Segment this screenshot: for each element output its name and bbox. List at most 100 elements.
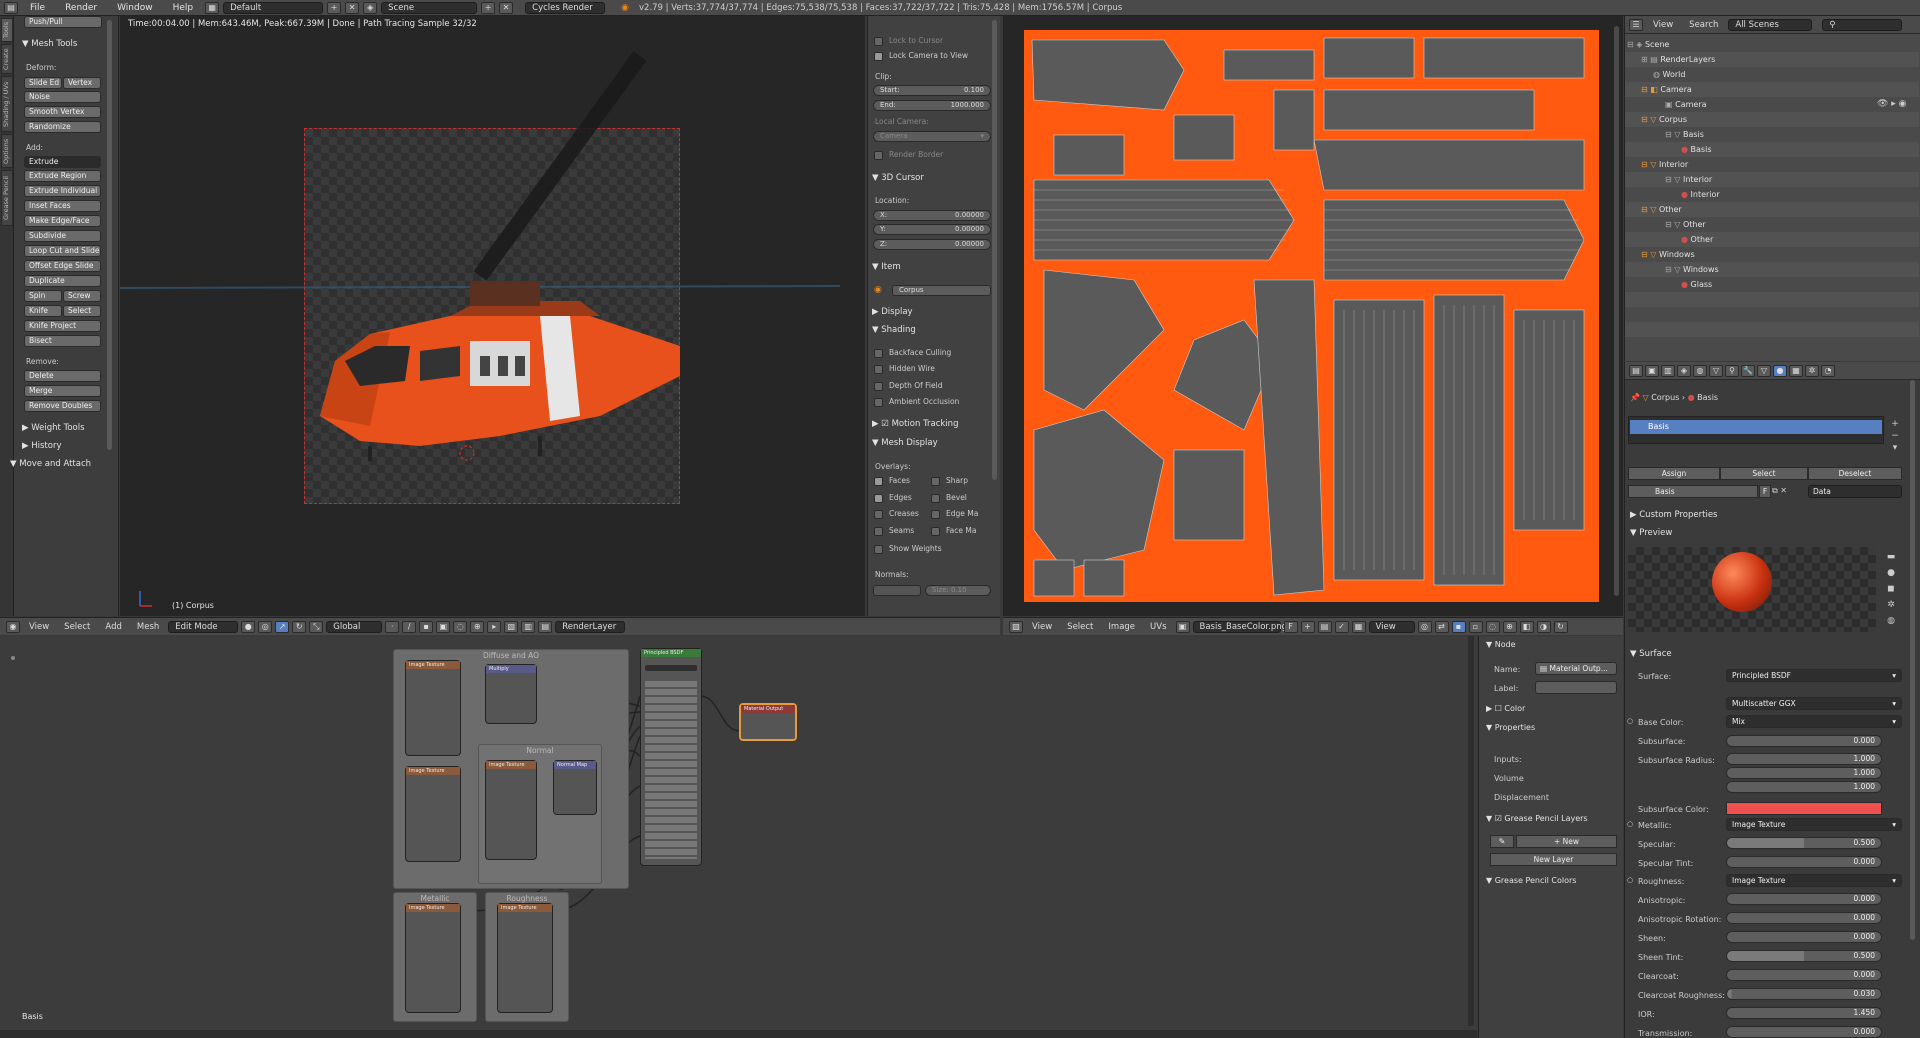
outliner-row-interior-mesh[interactable]: ⊟ ▽ Interior <box>1625 172 1919 187</box>
bisect-button[interactable]: Bisect <box>24 335 101 347</box>
duplicate-button[interactable]: Duplicate <box>24 275 101 287</box>
mesh-display-header[interactable]: ▼ Mesh Display <box>872 438 938 448</box>
subsurface-radius-y[interactable]: 1.000 <box>1726 767 1882 779</box>
outliner-row-interior-material[interactable]: ● Interior <box>1625 187 1919 202</box>
creases-checkbox[interactable] <box>874 510 883 519</box>
fake-user-button[interactable]: F <box>1759 485 1771 498</box>
select-button[interactable]: Select <box>1720 467 1808 480</box>
image-texture-node[interactable]: Image Texture <box>405 903 461 1013</box>
node-editor-hscrollbar[interactable] <box>0 1030 1477 1038</box>
render-border-checkbox[interactable] <box>874 151 883 160</box>
cursor-y-field[interactable]: Y: 0.00000 <box>873 224 991 235</box>
editor-type-icon[interactable]: ▤ <box>1629 364 1643 377</box>
pin-icon[interactable]: 📌 <box>1630 393 1643 402</box>
view-mode-icon[interactable]: ▦ <box>1351 620 1366 633</box>
socket-icon[interactable]: ○ <box>1627 876 1633 884</box>
delete-button[interactable]: Delete <box>24 370 101 382</box>
surface-header[interactable]: ▼ Surface <box>1630 649 1672 659</box>
loop-cut-button[interactable]: Loop Cut and Slide <box>24 245 101 257</box>
node-editor-vscrollbar[interactable] <box>1468 636 1474 1026</box>
screen-layout-icon[interactable]: ▦ <box>205 1 220 14</box>
history-header[interactable]: ▶ History <box>22 441 62 451</box>
rotate-manip-icon[interactable]: ↻ <box>292 620 307 633</box>
preview-type-buttons[interactable]: ▬ ● ◼ ✲ ◍ <box>1883 549 1899 629</box>
menu-search[interactable]: Search <box>1683 20 1724 30</box>
image-texture-node[interactable]: Image Texture <box>405 766 461 862</box>
clearcoat-roughness-slider[interactable]: 0.030 <box>1726 988 1882 1000</box>
outliner-row-basis-material[interactable]: ● Basis <box>1625 142 1919 157</box>
scene-icon[interactable]: ◈ <box>363 1 378 14</box>
outliner-row-interior[interactable]: ⊟ ▽ Interior <box>1625 157 1919 172</box>
menu-file[interactable]: File <box>22 3 53 13</box>
menu-help[interactable]: Help <box>165 3 202 13</box>
open-image-icon[interactable]: ▤ <box>1317 620 1332 633</box>
randomize-button[interactable]: Randomize <box>24 121 101 133</box>
outliner-row-windows[interactable]: ⊟ ▽ Windows <box>1625 247 1919 262</box>
specular-tint-slider[interactable]: 0.000 <box>1726 856 1882 868</box>
ambient-occlusion-checkbox[interactable] <box>874 398 883 407</box>
visibility-icons[interactable]: 👁 ▸ ◉ <box>1877 82 1907 127</box>
material-tab-icon[interactable]: ● <box>1773 364 1787 377</box>
spin-button[interactable]: Spin <box>24 290 62 302</box>
node-fields[interactable] <box>645 679 697 859</box>
particles-tab-icon[interactable]: ✲ <box>1805 364 1819 377</box>
editor-type-icon[interactable]: ◉ <box>6 620 20 633</box>
deselect-button[interactable]: Deselect <box>1808 467 1902 480</box>
clip-start-field[interactable]: Start: 0.100 <box>873 85 991 96</box>
vertex-select-icon[interactable]: · <box>385 620 400 633</box>
extrude-individual-button[interactable]: Extrude Individual <box>24 185 101 197</box>
object-tab-icon[interactable]: ▽ <box>1709 364 1723 377</box>
outliner-row-world[interactable]: ◍ World <box>1625 67 1919 82</box>
scene-select[interactable]: Scene <box>381 1 478 14</box>
weight-tools-header[interactable]: ▶ Weight Tools <box>22 423 85 433</box>
extrude-button[interactable]: Extrude <box>24 156 101 168</box>
noise-button[interactable]: Noise <box>24 91 101 103</box>
orientation-select[interactable]: Global <box>326 620 383 633</box>
physics-tab-icon[interactable]: ◔ <box>1821 364 1835 377</box>
edges-checkbox[interactable] <box>874 494 883 503</box>
layers-tab-icon[interactable]: ▥ <box>1661 364 1675 377</box>
mesh-tools-header[interactable]: ▼ Mesh Tools <box>22 39 77 49</box>
node-dropdown[interactable] <box>645 665 697 671</box>
socket-icon[interactable]: ○ <box>1627 717 1633 725</box>
principled-bsdf-node[interactable]: Principled BSDF <box>640 648 702 866</box>
subdivide-button[interactable]: Subdivide <box>24 230 101 242</box>
subsurface-radius-x[interactable]: 1.000 <box>1726 753 1882 765</box>
custom-properties-header[interactable]: ▶ Custom Properties <box>1630 510 1717 520</box>
outliner-row-other-material[interactable]: ● Other <box>1625 232 1919 247</box>
surface-shader-select[interactable]: Principled BSDF ▾ <box>1726 669 1902 682</box>
hidden-wire-checkbox[interactable] <box>874 365 883 374</box>
menu-view[interactable]: View <box>1647 20 1679 30</box>
render-tab-icon[interactable]: ▣ <box>1645 364 1659 377</box>
pin-icon[interactable]: ✓ <box>1334 620 1349 633</box>
render-engine-select[interactable]: Cycles Render <box>525 1 606 14</box>
uv-image-editor[interactable] <box>1003 16 1623 616</box>
base-color-input[interactable]: Mix ▾ <box>1726 715 1902 728</box>
item-header[interactable]: ▼ Item <box>872 262 901 272</box>
backface-culling-checkbox[interactable] <box>874 349 883 358</box>
sync-select-icon[interactable]: ⇄ <box>1434 620 1449 633</box>
channels-icon[interactable]: ◑ <box>1536 620 1551 633</box>
texture-tab-icon[interactable]: ▦ <box>1789 364 1803 377</box>
add-scene-icon[interactable]: + <box>481 1 496 14</box>
3d-viewport[interactable]: Time:00:04.00 | Mem:643.46M, Peak:667.39… <box>120 16 865 616</box>
material-name-field[interactable]: Basis <box>1628 485 1758 498</box>
link-data-select[interactable]: Data <box>1808 485 1902 498</box>
socket-icon[interactable]: ○ <box>1627 820 1633 828</box>
offset-edge-slide-button[interactable]: Offset Edge Slide <box>24 260 101 272</box>
gp-colors-header[interactable]: ▼ Grease Pencil Colors <box>1486 876 1576 885</box>
outliner-row-glass-material[interactable]: ● Glass <box>1625 277 1919 292</box>
cursor-z-field[interactable]: Z: 0.00000 <box>873 239 991 250</box>
remove-doubles-button[interactable]: Remove Doubles <box>24 400 101 412</box>
new-image-icon[interactable]: + <box>1300 620 1315 633</box>
menu-view[interactable]: View <box>1026 622 1058 632</box>
menu-image[interactable]: Image <box>1102 622 1141 632</box>
roughness-input[interactable]: Image Texture ▾ <box>1726 874 1902 887</box>
tab-options[interactable]: Options <box>1 134 13 168</box>
local-camera-field[interactable]: Camera ▾ <box>873 131 991 142</box>
tab-create[interactable]: Create <box>1 44 13 74</box>
outliner-search-input[interactable]: ⚲ <box>1822 18 1903 31</box>
screen-select[interactable]: Default <box>223 1 324 14</box>
slot-add-remove-buttons[interactable]: + − ▾ <box>1889 418 1901 458</box>
edge-marks-checkbox[interactable] <box>931 510 940 519</box>
